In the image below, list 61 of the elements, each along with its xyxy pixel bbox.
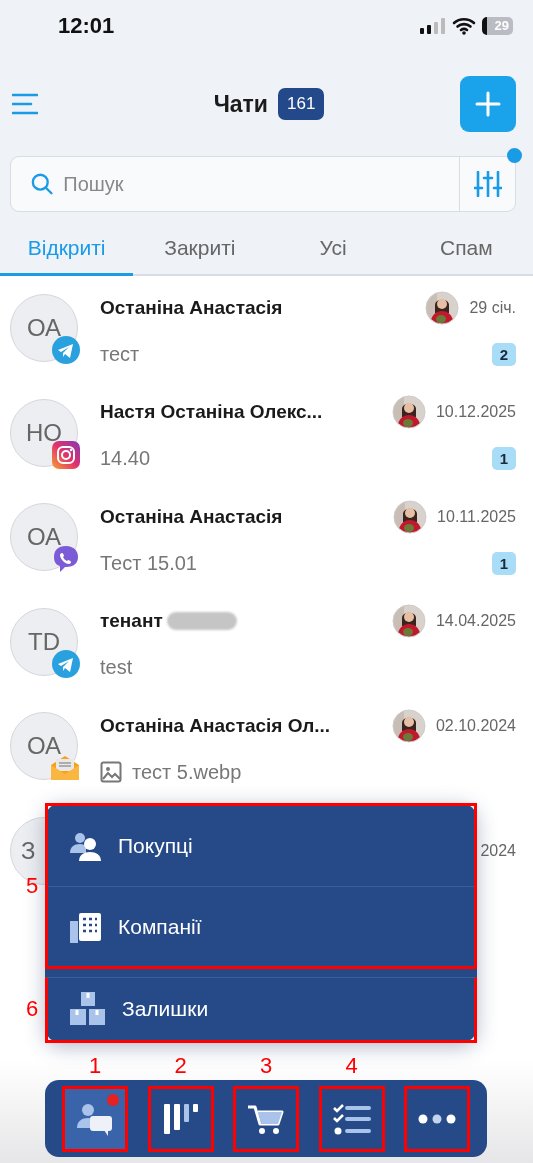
- unread-count: 1: [491, 447, 516, 471]
- phone-bubble-icon: [52, 545, 80, 574]
- more-icon: [418, 1113, 456, 1124]
- plus-icon: [475, 91, 501, 117]
- avatar-initials: ОА: [26, 732, 62, 761]
- avatar-initials: TD: [28, 627, 60, 656]
- search-input[interactable]: Пошук: [61, 171, 459, 197]
- message-date: 29 січ.: [469, 298, 516, 317]
- avatar-initials: ОА: [26, 523, 62, 552]
- people-icon: [70, 831, 102, 861]
- message-preview: 14.40: [100, 447, 151, 471]
- menu-item[interactable]: Компанії: [48, 886, 474, 966]
- avatar-initials: НО: [26, 418, 62, 447]
- message-preview: тест 5.webp: [132, 760, 242, 784]
- contact-name: Останіна Анастасія Ол...: [100, 714, 331, 737]
- avatar-initials: З: [21, 836, 36, 865]
- boxes-icon: [70, 992, 106, 1026]
- message-date: 02.10.2024: [435, 716, 516, 735]
- search-field[interactable]: Пошук: [10, 156, 516, 212]
- camera-icon: [52, 440, 80, 469]
- tab[interactable]: Спам: [399, 224, 533, 276]
- avatar-initials: ОА: [26, 314, 62, 343]
- contact-name: Настя Останіна Олекс...: [100, 401, 323, 424]
- message-date: 14.04.2025: [435, 612, 516, 631]
- add-button[interactable]: [460, 76, 516, 132]
- tab[interactable]: Усі: [266, 224, 400, 276]
- message-date: 10.11.2025: [437, 507, 516, 526]
- annotation-number: 5: [26, 873, 39, 899]
- battery-level: 29: [481, 17, 513, 35]
- paper-plane-icon: [52, 336, 80, 365]
- wifi-icon: [451, 17, 476, 35]
- tab[interactable]: Закриті: [133, 224, 267, 276]
- unread-count: 2: [491, 342, 516, 366]
- message-date: 2024: [480, 841, 516, 860]
- message-preview: тест: [100, 342, 140, 366]
- status-time: 12:01: [58, 13, 116, 39]
- menu-item[interactable]: Покупці: [48, 806, 474, 886]
- annotation-number: 2: [174, 1052, 187, 1079]
- contact-name: Останіна Анастасія: [100, 505, 283, 528]
- page-title: Чати: [213, 90, 268, 118]
- message-preview: Тест 15.01: [100, 551, 197, 575]
- message-date: 10.12.2025: [435, 403, 516, 422]
- annotation-number: 1: [88, 1052, 102, 1079]
- sliders-icon: [473, 171, 502, 197]
- menu-item[interactable]: Залишки: [48, 978, 474, 1040]
- building-icon: [70, 910, 102, 943]
- annotation-number: 6: [26, 996, 39, 1022]
- annotation-number: 3: [259, 1052, 273, 1079]
- menu-icon[interactable]: [12, 93, 38, 115]
- paper-plane-icon: [52, 649, 80, 678]
- signal-icon: [419, 18, 446, 34]
- message-preview: test: [100, 656, 133, 680]
- annotation-number: 4: [345, 1052, 358, 1079]
- nav-button[interactable]: [404, 1085, 470, 1152]
- checklist-icon: [332, 1102, 371, 1135]
- contact-name: тенант: [100, 610, 163, 633]
- columns-icon: [161, 1101, 200, 1136]
- unread-count: 1: [491, 551, 516, 575]
- chat-count: 161: [278, 88, 325, 120]
- search-icon: [31, 172, 54, 196]
- contact-name: Останіна Анастасія: [100, 296, 283, 319]
